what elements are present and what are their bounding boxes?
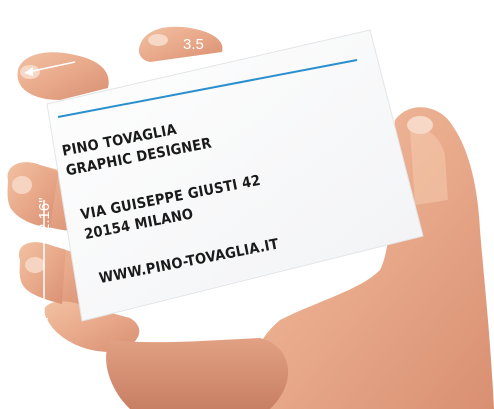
hand-holding-card-photo: PINO TOVAGLIA GRAPHIC DESIGNER VIA GUISE…: [7, 26, 494, 409]
width-dimension-label: 3.5: [183, 36, 204, 53]
photo-scene: PINO TOVAGLIA GRAPHIC DESIGNER VIA GUISE…: [0, 0, 494, 409]
arrow-down-icon: [40, 318, 48, 328]
height-dimension-label: 2.16": [36, 197, 53, 232]
